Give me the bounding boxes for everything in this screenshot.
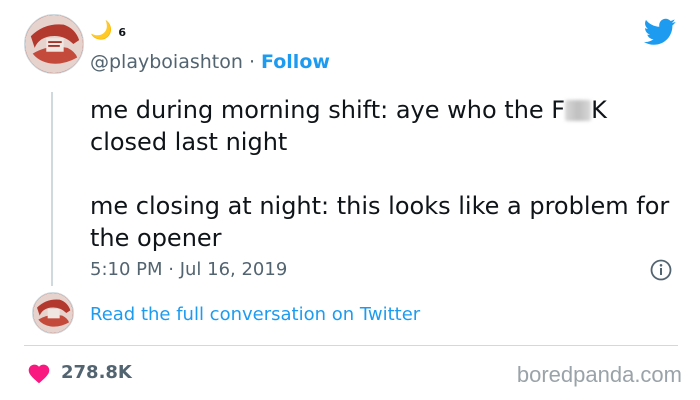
moon-icon: 🌙 [90, 20, 113, 41]
info-icon[interactable] [650, 259, 672, 281]
author-handle-row: @playboiashton · Follow [90, 51, 330, 73]
like-count: 278.8K [61, 362, 132, 383]
censor-blur [565, 100, 592, 121]
tweet-text: me during morning shift: aye who the FKc… [90, 94, 675, 254]
twitter-bird-icon[interactable] [644, 18, 676, 46]
author-handle[interactable]: @playboiashton [90, 51, 243, 73]
separator-dot: · [248, 51, 255, 73]
divider [24, 345, 678, 346]
avatar-image [25, 15, 83, 73]
avatar-image-small [33, 293, 73, 333]
author-avatar[interactable] [24, 14, 84, 74]
like-action[interactable]: 278.8K [27, 362, 132, 384]
tweet-line-2: me closing at night: this looks like a p… [90, 192, 670, 252]
boredpanda-watermark: boredpanda.com [516, 362, 682, 387]
author-name-row[interactable]: 🌙 6 [90, 20, 126, 46]
read-conversation-link[interactable]: Read the full conversation on Twitter [90, 304, 420, 326]
follow-button[interactable]: Follow [261, 51, 330, 73]
conversation-avatar[interactable] [32, 292, 74, 334]
thread-line [51, 92, 53, 286]
tweet-line-1: me during morning shift: aye who the FKc… [90, 96, 607, 156]
heart-icon[interactable] [27, 362, 51, 384]
display-name-number: 6 [118, 26, 127, 39]
tweet-timestamp[interactable]: 5:10 PM · Jul 16, 2019 [90, 259, 287, 281]
